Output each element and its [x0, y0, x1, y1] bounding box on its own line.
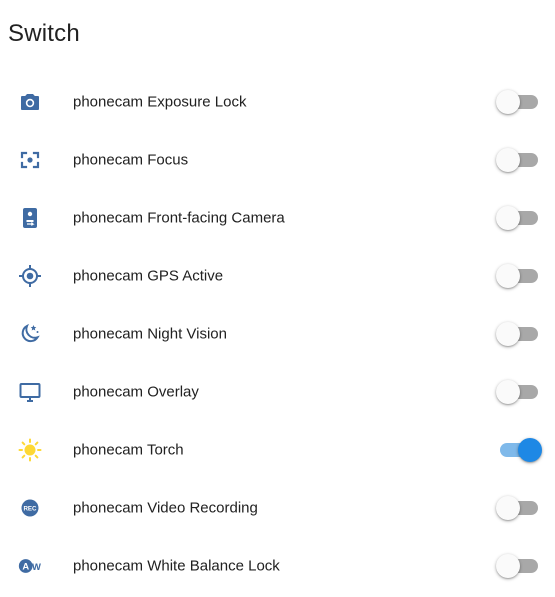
- toggle-switch[interactable]: [496, 264, 542, 288]
- camera-icon[interactable]: [18, 90, 42, 114]
- torch-sun-icon[interactable]: [18, 438, 42, 462]
- toggle-switch[interactable]: [496, 496, 542, 520]
- entity-row-overlay: phonecam Overlay: [0, 363, 555, 421]
- entity-row-exposure-lock: phonecam Exposure Lock: [0, 73, 555, 131]
- record-rec-icon[interactable]: REC: [18, 496, 42, 520]
- toggle-switch[interactable]: [496, 554, 542, 578]
- entity-label[interactable]: phonecam Front-facing Camera: [73, 210, 285, 227]
- svg-text:REC: REC: [23, 505, 37, 512]
- entity-label[interactable]: phonecam GPS Active: [73, 268, 223, 285]
- toggle-switch[interactable]: [496, 90, 542, 114]
- toggle-switch[interactable]: [496, 148, 542, 172]
- entity-label[interactable]: phonecam Overlay: [73, 384, 199, 401]
- entity-row-torch: phonecam Torch: [0, 421, 555, 479]
- switch-card: Switch phonecam Exposure Lock phonecam F…: [0, 0, 555, 597]
- toggle-switch[interactable]: [496, 380, 542, 404]
- entity-row-gps-active: phonecam GPS Active: [0, 247, 555, 305]
- entity-list: phonecam Exposure Lock phonecam Focus ph…: [0, 73, 555, 595]
- monitor-icon[interactable]: [18, 380, 42, 404]
- entity-row-night-vision: phonecam Night Vision: [0, 305, 555, 363]
- gps-crosshairs-icon[interactable]: [18, 264, 42, 288]
- entity-label[interactable]: phonecam Exposure Lock: [73, 94, 246, 111]
- toggle-switch[interactable]: [496, 322, 542, 346]
- toggle-switch[interactable]: [496, 206, 542, 230]
- entity-label[interactable]: phonecam Night Vision: [73, 326, 227, 343]
- entity-label[interactable]: phonecam White Balance Lock: [73, 558, 280, 575]
- entity-row-focus: phonecam Focus: [0, 131, 555, 189]
- white-balance-auto-icon[interactable]: AW: [18, 554, 42, 578]
- svg-text:W: W: [32, 561, 41, 572]
- toggle-switch[interactable]: [496, 438, 542, 462]
- entity-row-front-facing-camera: phonecam Front-facing Camera: [0, 189, 555, 247]
- front-camera-icon[interactable]: [18, 206, 42, 230]
- entity-label[interactable]: phonecam Focus: [73, 152, 188, 169]
- entity-label[interactable]: phonecam Video Recording: [73, 500, 258, 517]
- night-vision-icon[interactable]: [18, 322, 42, 346]
- card-title: Switch: [8, 20, 80, 47]
- entity-label[interactable]: phonecam Torch: [73, 442, 184, 459]
- entity-row-video-recording: REC phonecam Video Recording: [0, 479, 555, 537]
- focus-icon[interactable]: [18, 148, 42, 172]
- entity-row-white-balance-lock: AW phonecam White Balance Lock: [0, 537, 555, 595]
- svg-text:A: A: [22, 561, 29, 572]
